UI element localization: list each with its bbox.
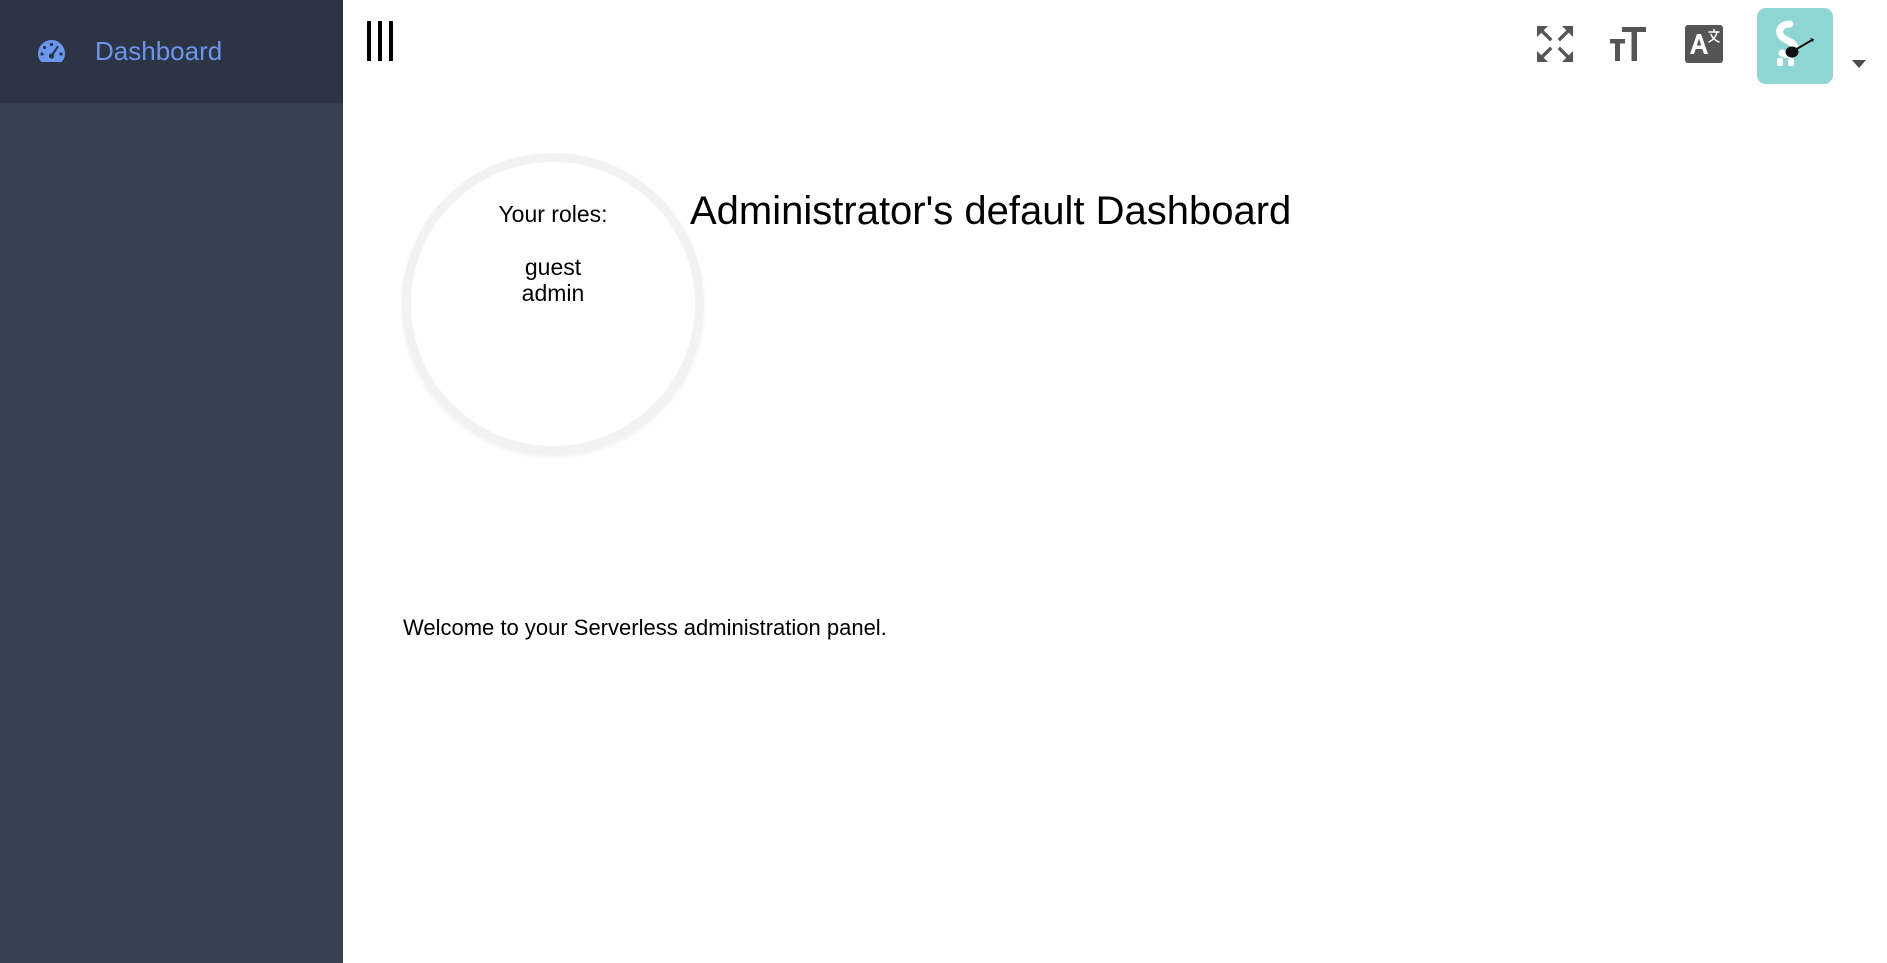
font-size-icon: [1610, 27, 1646, 61]
hamburger-bar: [378, 21, 382, 61]
welcome-text: Welcome to your Serverless administratio…: [403, 615, 887, 640]
hamburger-menu-button[interactable]: [367, 21, 395, 61]
caret-down-icon[interactable]: [1852, 60, 1866, 68]
dashboard-gauge-icon: [38, 40, 65, 62]
role-item: admin: [521, 280, 585, 306]
user-avatar-button[interactable]: [1757, 8, 1833, 84]
sidebar: Dashboard: [0, 0, 343, 963]
page-title: Administrator's default Dashboard: [690, 189, 1292, 233]
translate-button[interactable]: [1682, 22, 1726, 66]
fullscreen-button[interactable]: [1533, 22, 1577, 66]
fullscreen-icon: [1537, 26, 1573, 62]
sidebar-item-dashboard[interactable]: Dashboard: [0, 0, 343, 103]
translate-icon: [1685, 25, 1723, 63]
roles-list: guest admin: [411, 254, 695, 306]
hamburger-bar: [367, 21, 371, 61]
roles-card: Your roles: guest admin: [402, 153, 704, 455]
role-item: guest: [524, 254, 582, 280]
hamburger-bar: [389, 21, 393, 61]
roles-title: Your roles:: [498, 201, 608, 227]
user-avatar-icon: [1776, 20, 1814, 66]
font-size-button[interactable]: [1607, 22, 1651, 66]
sidebar-item-label: Dashboard: [95, 36, 223, 66]
